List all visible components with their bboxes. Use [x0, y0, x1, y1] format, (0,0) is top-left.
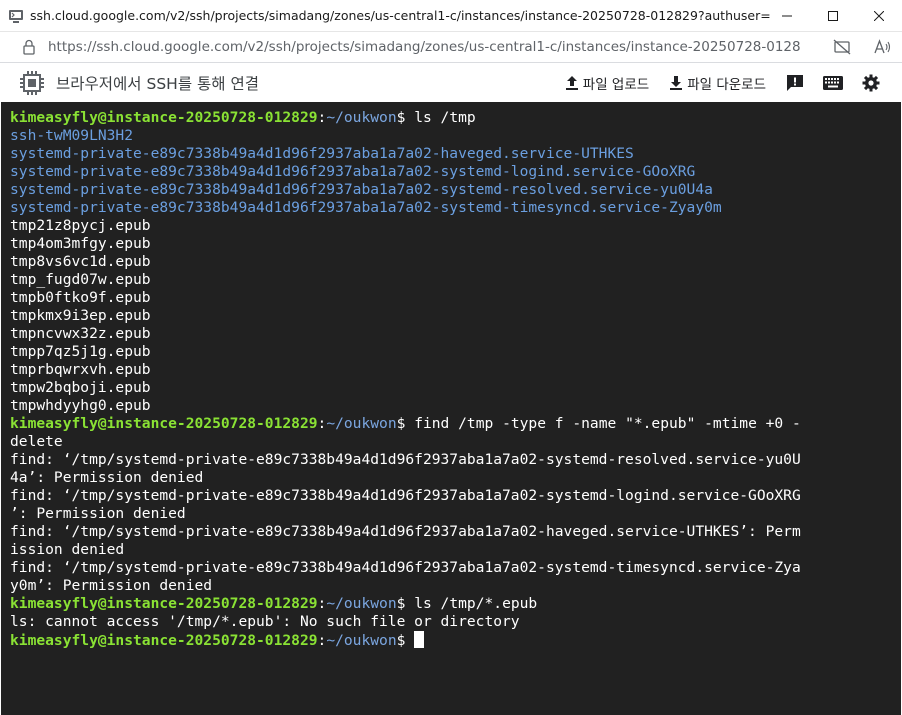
error-line: ission denied	[10, 541, 125, 558]
prompt-sigil: $	[396, 415, 415, 432]
ls-dir-entry: systemd-private-e89c7338b49a4d1d96f2937a…	[10, 163, 696, 180]
prompt-sep: :	[317, 595, 327, 612]
prompt-sigil: $	[396, 632, 415, 649]
read-aloud-icon[interactable]	[862, 32, 902, 62]
prompt-userhost: kimeasyfly@instance-20250728-012829	[10, 415, 318, 432]
command-text: ls /tmp	[414, 109, 476, 126]
prompt-path: ~/oukwon	[326, 632, 397, 649]
minimize-button[interactable]	[764, 0, 810, 32]
error-line: y0m’: Permission denied	[10, 577, 213, 594]
ls-file-entry: tmpkmx9i3ep.epub	[10, 307, 151, 324]
tracking-prevention-icon[interactable]	[822, 32, 862, 62]
error-line: 4a’: Permission denied	[10, 469, 204, 486]
download-icon	[670, 76, 683, 90]
keyboard-icon[interactable]	[814, 63, 852, 103]
window-title: ssh.cloud.google.com/v2/ssh/projects/sim…	[30, 8, 770, 23]
prompt-path: ~/oukwon	[326, 109, 397, 126]
command-text: ls /tmp/*.epub	[414, 595, 538, 612]
prompt-sep: :	[317, 415, 327, 432]
ls-dir-entry: systemd-private-e89c7338b49a4d1d96f2937a…	[10, 199, 722, 216]
prompt-line: kimeasyfly@instance-20250728-012829:~/ou…	[10, 631, 901, 649]
prompt-line: kimeasyfly@instance-20250728-012829:~/ou…	[10, 595, 901, 613]
url-text[interactable]: https://ssh.cloud.google.com/v2/ssh/proj…	[48, 39, 800, 55]
prompt-userhost: kimeasyfly@instance-20250728-012829	[10, 595, 318, 612]
ls-file-entry: tmpwhdyyhg0.epub	[10, 397, 151, 414]
lock-icon[interactable]	[22, 39, 36, 55]
prompt-path: ~/oukwon	[326, 415, 397, 432]
close-button[interactable]	[856, 0, 902, 32]
address-bar: https://ssh.cloud.google.com/v2/ssh/proj…	[0, 32, 902, 62]
ls-file-entry: tmp_fugd07w.epub	[10, 271, 151, 288]
terminal-cursor[interactable]	[414, 631, 425, 648]
error-line: find: ‘/tmp/systemd-private-e89c7338b49a…	[10, 487, 801, 504]
error-line: ’: Permission denied	[10, 505, 186, 522]
ls-file-entry: tmp4om3mfgy.epub	[10, 235, 151, 252]
upload-icon	[565, 76, 578, 90]
upload-file-button[interactable]: 파일 업로드	[555, 63, 659, 103]
feedback-icon[interactable]	[776, 63, 814, 103]
prompt-sigil: $	[396, 595, 415, 612]
settings-gear-icon[interactable]	[852, 63, 890, 103]
prompt-userhost: kimeasyfly@instance-20250728-012829	[10, 632, 318, 649]
ssh-title: 브라우저에서 SSH를 통해 연결	[56, 74, 259, 93]
prompt-sep: :	[317, 632, 327, 649]
prompt-sigil: $	[396, 109, 415, 126]
ls-file-entry: tmpp7qz5j1g.epub	[10, 343, 151, 360]
ls-file-entry: tmpncvwx32z.epub	[10, 325, 151, 342]
ls-file-entry: tmpw2bqboji.epub	[10, 379, 151, 396]
upload-label: 파일 업로드	[582, 77, 650, 93]
ls-file-entry: tmpb0ftko9f.epub	[10, 289, 151, 306]
prompt-sep: :	[317, 109, 327, 126]
error-line: find: ‘/tmp/systemd-private-e89c7338b49a…	[10, 559, 801, 576]
error-line: find: ‘/tmp/systemd-private-e89c7338b49a…	[10, 451, 801, 468]
window-titlebar: ssh.cloud.google.com/v2/ssh/projects/sim…	[0, 0, 902, 32]
download-label: 파일 다운로드	[687, 77, 766, 93]
error-line: find: ‘/tmp/systemd-private-e89c7338b49a…	[10, 523, 801, 540]
compute-instance-icon	[18, 69, 46, 97]
prompt-line: kimeasyfly@instance-20250728-012829:~/ou…	[10, 415, 901, 433]
ssh-window-icon	[8, 8, 24, 24]
ls-dir-entry: systemd-private-e89c7338b49a4d1d96f2937a…	[10, 181, 713, 198]
ssh-toolbar: 브라우저에서 SSH를 통해 연결 파일 업로드 파일 다운로드	[0, 62, 902, 102]
prompt-line: kimeasyfly@instance-20250728-012829:~/ou…	[10, 109, 901, 127]
ls-file-entry: tmprbqwrxvh.epub	[10, 361, 151, 378]
download-file-button[interactable]: 파일 다운로드	[659, 63, 776, 103]
ls-file-entry: tmp8vs6vc1d.epub	[10, 253, 151, 270]
command-text: find /tmp -type f -name "*.epub" -mtime …	[414, 415, 801, 432]
ls-file-entry: tmp21z8pycj.epub	[10, 217, 151, 234]
command-wrap-line: delete	[10, 433, 63, 450]
ls-dir-entry: systemd-private-e89c7338b49a4d1d96f2937a…	[10, 145, 634, 162]
error-line: ls: cannot access '/tmp/*.epub': No such…	[10, 613, 520, 630]
prompt-userhost: kimeasyfly@instance-20250728-012829	[10, 109, 318, 126]
maximize-button[interactable]	[810, 0, 856, 32]
prompt-path: ~/oukwon	[326, 595, 397, 612]
ls-dir-entry: ssh-twM09LN3H2	[10, 127, 134, 144]
terminal-output[interactable]: kimeasyfly@instance-20250728-012829:~/ou…	[1, 102, 901, 715]
